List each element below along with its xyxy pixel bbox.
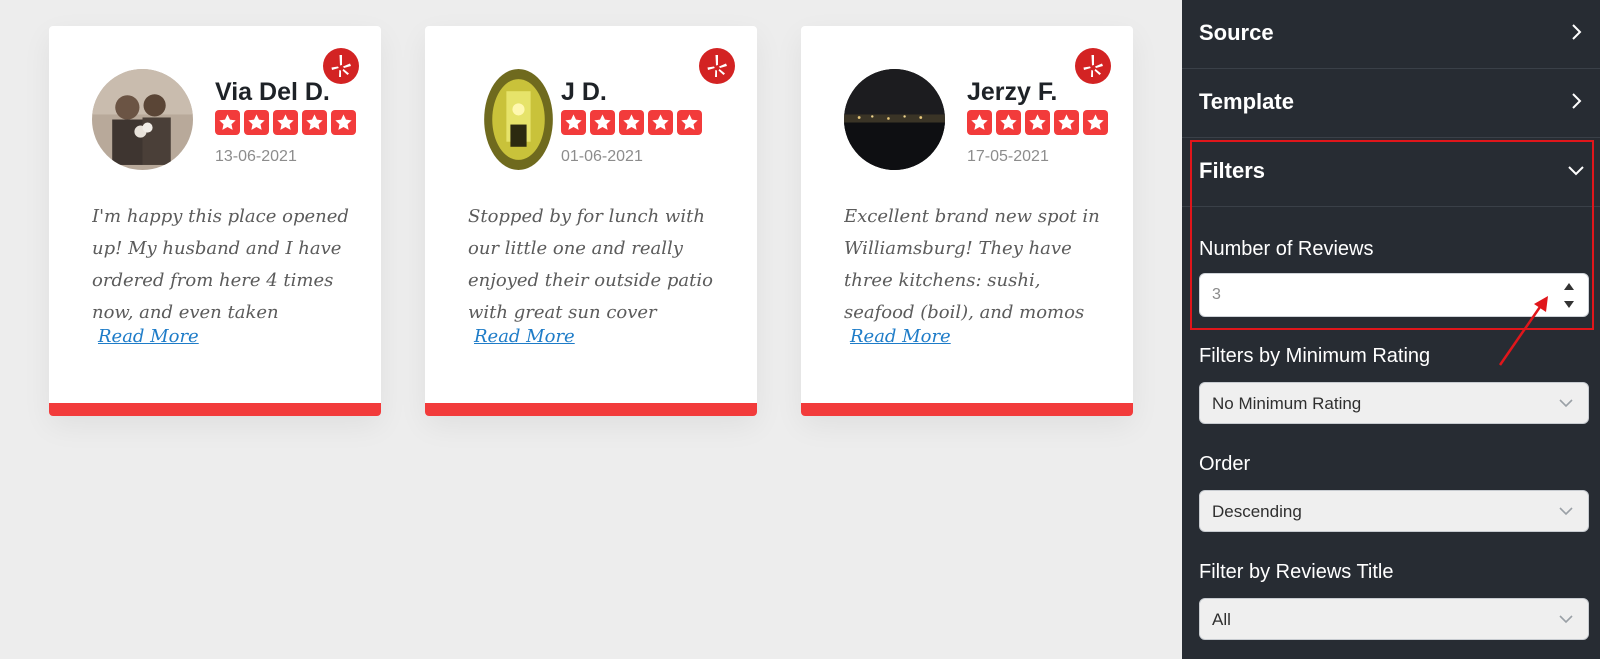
reviewer-avatar — [844, 69, 945, 170]
star-icon — [1054, 110, 1079, 135]
star-icon — [619, 110, 644, 135]
star-icon — [590, 110, 615, 135]
section-template-header[interactable]: Template — [1182, 69, 1600, 138]
star-icon — [273, 110, 298, 135]
star-icon — [967, 110, 992, 135]
chevron-down-icon — [1558, 397, 1574, 409]
section-template-label: Template — [1199, 89, 1294, 114]
chevron-down-icon — [1558, 613, 1574, 625]
star-icon — [215, 110, 240, 135]
star-icon — [244, 110, 269, 135]
yelp-icon — [1075, 48, 1111, 84]
star-icon — [302, 110, 327, 135]
read-more-link[interactable]: Read More — [474, 326, 575, 347]
reviewer-name: J D. — [561, 78, 607, 106]
order-select[interactable]: Descending — [1199, 490, 1589, 532]
section-filters-header[interactable]: Filters — [1182, 138, 1600, 207]
star-icon — [648, 110, 673, 135]
stepper-up-icon[interactable] — [1558, 278, 1580, 294]
chevron-right-icon — [1566, 22, 1586, 42]
section-filters-label: Filters — [1199, 158, 1266, 183]
title-filter-select[interactable]: All — [1199, 598, 1589, 640]
section-source-label: Source — [1199, 20, 1274, 45]
read-more-link[interactable]: Read More — [850, 326, 951, 347]
min-rating-value: No Minimum Rating — [1212, 394, 1362, 413]
stepper-down-icon[interactable] — [1558, 296, 1580, 312]
min-rating-select[interactable]: No Minimum Rating — [1199, 382, 1589, 424]
review-card: Jerzy F. 17-05-2021 Excellent brand new … — [801, 26, 1133, 416]
number-of-reviews-field — [1199, 273, 1589, 317]
star-icon — [561, 110, 586, 135]
star-icon — [331, 110, 356, 135]
settings-panel: Source Template Filters Number of Review… — [1182, 0, 1600, 659]
star-icon — [1083, 110, 1108, 135]
section-source-header[interactable]: Source — [1182, 0, 1600, 69]
reviewer-avatar — [92, 69, 193, 170]
review-text: Excellent brand new spot in Williamsburg… — [844, 206, 1100, 323]
review-text: I'm happy this place opened up! My husba… — [92, 206, 349, 323]
reviews-grid: Via Del D. 13-06-2021 I'm happy this pla… — [0, 0, 1182, 659]
chevron-right-icon — [1566, 91, 1586, 111]
order-value: Descending — [1212, 502, 1302, 521]
reviewer-avatar — [468, 69, 569, 170]
star-icon — [677, 110, 702, 135]
review-date: 01-06-2021 — [561, 148, 643, 165]
review-date: 13-06-2021 — [215, 148, 297, 165]
star-rating — [215, 110, 356, 135]
star-rating — [967, 110, 1108, 135]
chevron-down-icon — [1558, 505, 1574, 517]
read-more-link[interactable]: Read More — [98, 326, 199, 347]
star-icon — [996, 110, 1021, 135]
number-stepper — [1558, 278, 1580, 312]
title-filter-label: Filter by Reviews Title — [1199, 561, 1394, 583]
review-card: Via Del D. 13-06-2021 I'm happy this pla… — [49, 26, 381, 416]
chevron-down-icon — [1566, 160, 1586, 180]
yelp-icon — [699, 48, 735, 84]
review-card: J D. 01-06-2021 Stopped by for lunch wit… — [425, 26, 757, 416]
review-date: 17-05-2021 — [967, 148, 1049, 165]
card-accent-bar — [425, 403, 757, 416]
min-rating-label: Filters by Minimum Rating — [1199, 345, 1431, 367]
review-text: Stopped by for lunch with our little one… — [468, 206, 713, 323]
card-accent-bar — [801, 403, 1133, 416]
title-filter-value: All — [1212, 610, 1231, 629]
reviewer-name: Via Del D. — [215, 78, 330, 106]
star-icon — [1025, 110, 1050, 135]
reviewer-name: Jerzy F. — [967, 78, 1058, 106]
number-of-reviews-input[interactable] — [1200, 274, 1555, 316]
number-of-reviews-label: Number of Reviews — [1199, 238, 1374, 260]
star-rating — [561, 110, 702, 135]
card-accent-bar — [49, 403, 381, 416]
order-label: Order — [1199, 453, 1251, 475]
